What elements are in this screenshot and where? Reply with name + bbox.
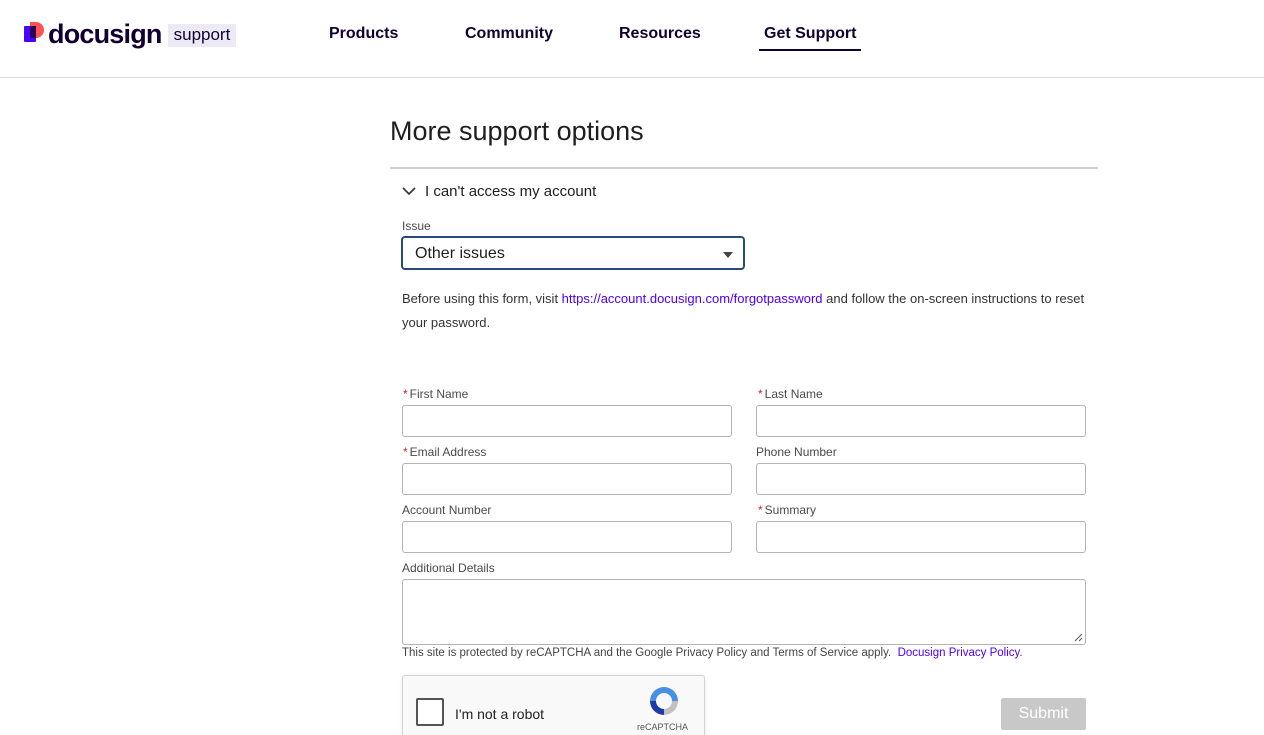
- nav-products[interactable]: Products: [329, 24, 398, 51]
- phone-input[interactable]: [756, 463, 1086, 495]
- nav-get-support[interactable]: Get Support: [759, 24, 862, 51]
- recaptcha-icon: [650, 687, 678, 715]
- first-name-label: * First Name: [403, 387, 469, 401]
- site-header: docusign support Products Community Reso…: [0, 0, 1264, 78]
- issue-select-value: Other issues: [415, 245, 505, 262]
- issue-label: Issue: [402, 219, 431, 233]
- email-input[interactable]: [402, 463, 732, 495]
- last-name-label: * Last Name: [758, 387, 823, 401]
- page-title: More support options: [390, 116, 644, 146]
- resize-handle-icon[interactable]: [1073, 632, 1083, 642]
- additional-details-textarea[interactable]: [402, 579, 1086, 645]
- captcha-brand: reCAPTCHA: [637, 722, 689, 732]
- logo-text: docusign: [48, 19, 162, 49]
- additional-details-label: Additional Details: [402, 561, 495, 575]
- docusign-logo-icon: [24, 22, 44, 46]
- email-label: * Email Address: [403, 445, 487, 459]
- nav-resources[interactable]: Resources: [619, 24, 701, 51]
- account-number-label: Account Number: [402, 503, 492, 517]
- issue-select[interactable]: Other issues: [401, 236, 745, 270]
- docusign-logo[interactable]: docusign support: [24, 19, 237, 49]
- submit-button[interactable]: Submit: [1001, 698, 1086, 730]
- first-name-input[interactable]: [402, 405, 732, 437]
- summary-label: * Summary: [758, 503, 817, 517]
- caret-down-icon: [723, 252, 733, 258]
- captcha-checkbox[interactable]: [416, 698, 444, 726]
- accordion-title: I can't access my account: [425, 182, 597, 200]
- recaptcha-widget: I'm not a robot reCAPTCHA: [402, 675, 705, 735]
- logo-badge: support: [167, 23, 237, 47]
- chevron-down-icon: [402, 187, 416, 196]
- privacy-policy-link[interactable]: Docusign Privacy Policy: [898, 647, 1020, 659]
- recaptcha-notice: This site is protected by reCAPTCHA and …: [402, 647, 1023, 659]
- phone-label: Phone Number: [756, 445, 837, 459]
- account-number-input[interactable]: [402, 521, 732, 553]
- forgot-password-link[interactable]: https://account.docusign.com/forgotpassw…: [562, 291, 823, 306]
- captcha-label: I'm not a robot: [455, 706, 545, 722]
- last-name-input[interactable]: [756, 405, 1086, 437]
- accordion-header[interactable]: I can't access my account: [402, 180, 596, 202]
- help-text: Before using this form, visit https://ac…: [402, 291, 1085, 330]
- summary-input[interactable]: [756, 521, 1086, 553]
- divider: [390, 167, 1098, 169]
- nav-community[interactable]: Community: [465, 24, 553, 51]
